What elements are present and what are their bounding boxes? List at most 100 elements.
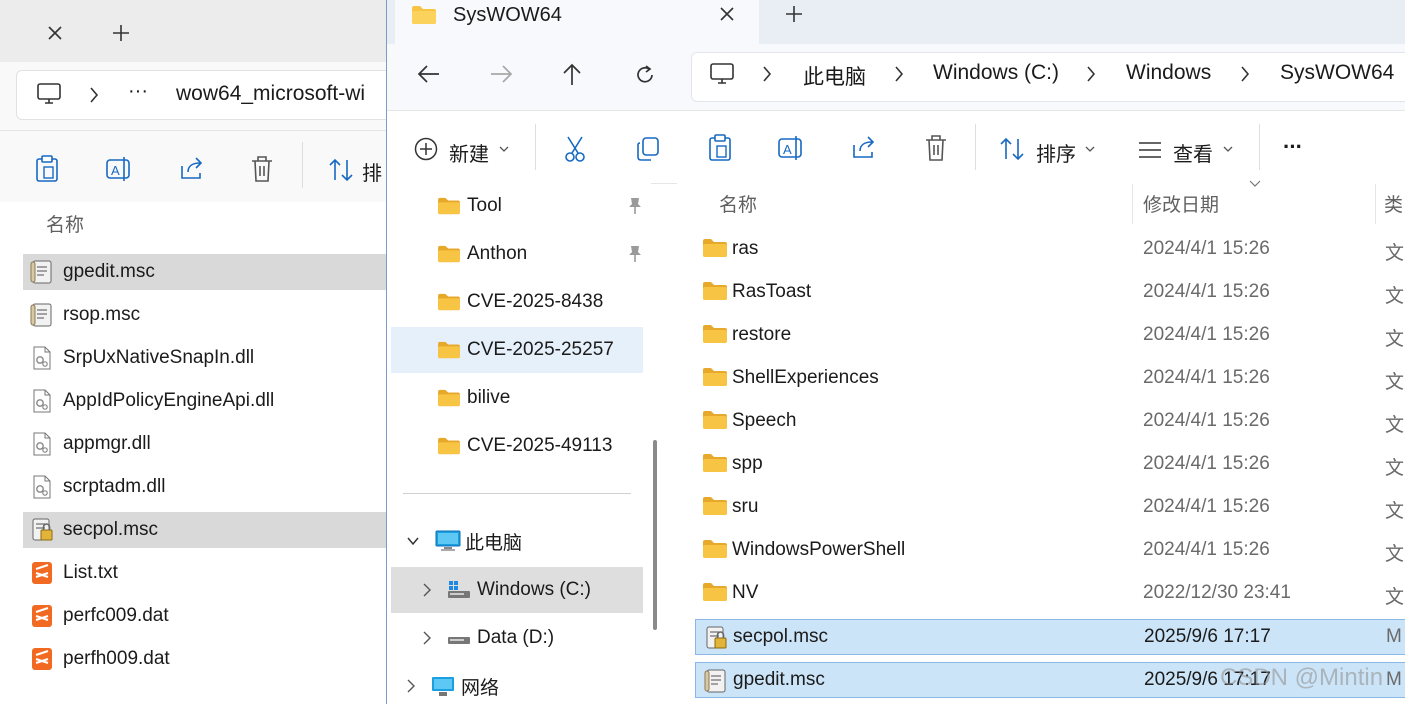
cmd-separator — [535, 124, 536, 170]
back-file-name: perfc009.dat — [63, 605, 169, 626]
back-sort-label[interactable]: 排 — [362, 157, 382, 186]
back-address-path[interactable]: wow64_microsoft-wi — [176, 82, 365, 106]
nav-quick-access-item[interactable]: bilive — [391, 375, 643, 421]
folder-icon — [702, 409, 728, 435]
file-row[interactable]: spp 2024/4/1 15:26 文 — [695, 447, 1405, 483]
new-tab-icon[interactable] — [785, 5, 803, 23]
back-sort-icon[interactable] — [328, 158, 354, 182]
nav-drive-c[interactable]: Windows (C:) — [391, 567, 643, 613]
computer-icon[interactable] — [709, 62, 735, 86]
sort-chevron-down-icon[interactable] — [1085, 145, 1095, 153]
nav-quick-access-item[interactable]: Tool — [391, 183, 643, 229]
more-options-button[interactable]: ··· — [1283, 134, 1303, 160]
breadcrumb-chevron-icon[interactable] — [1085, 62, 1101, 86]
breadcrumb-windows[interactable]: Windows — [1126, 61, 1211, 85]
file-row[interactable]: WindowsPowerShell 2024/4/1 15:26 文 — [695, 533, 1405, 569]
tab-syswow64[interactable] — [395, 0, 759, 44]
breadcrumb-drive-c[interactable]: Windows (C:) — [933, 61, 1059, 85]
file-row[interactable]: restore 2024/4/1 15:26 文 — [695, 318, 1405, 354]
back-file-row[interactable]: scrptadm.dll — [23, 469, 390, 505]
nav-drive-d[interactable]: Data (D:) — [391, 615, 643, 661]
back-file-row[interactable]: gpedit.msc — [23, 254, 390, 290]
column-header-modified[interactable]: 修改日期 — [1143, 190, 1219, 217]
column-header-type[interactable]: 类 — [1384, 190, 1403, 217]
file-name: ShellExperiences — [732, 367, 879, 388]
chevron-right-icon[interactable] — [421, 630, 433, 646]
tab-close-icon[interactable] — [719, 6, 735, 22]
back-file-row[interactable]: List.txt — [23, 555, 390, 591]
back-address-overflow[interactable]: ··· — [128, 80, 148, 103]
file-row[interactable]: RasToast 2024/4/1 15:26 文 — [695, 275, 1405, 311]
breadcrumb-chevron-icon[interactable] — [893, 62, 909, 86]
copy-icon[interactable] — [635, 136, 661, 162]
file-name: sru — [732, 496, 759, 517]
refresh-icon[interactable] — [634, 64, 656, 86]
back-share-icon[interactable] — [178, 156, 206, 182]
folder-icon — [702, 495, 728, 521]
back-chevron-right-icon — [88, 86, 100, 104]
chevron-down-icon[interactable] — [405, 533, 421, 549]
breadcrumb-chevron-icon[interactable] — [1239, 62, 1255, 86]
column-divider[interactable] — [1132, 184, 1133, 224]
back-file-row[interactable]: rsop.msc — [23, 297, 390, 333]
paste-icon[interactable] — [707, 134, 733, 162]
nav-this-pc[interactable]: 此电脑 — [391, 518, 643, 564]
column-divider[interactable] — [1375, 184, 1376, 224]
forward-arrow-icon[interactable] — [489, 64, 513, 84]
breadcrumb-syswow64[interactable]: SysWOW64 — [1280, 61, 1394, 85]
back-file-row[interactable]: AppIdPolicyEngineApi.dll — [23, 383, 390, 419]
back-file-row[interactable]: perfh009.dat — [23, 641, 390, 677]
back-paste-icon[interactable] — [34, 155, 60, 183]
pin-icon[interactable] — [627, 245, 643, 263]
nav-quick-access-item[interactable]: CVE-2025-8438 — [391, 279, 643, 325]
back-file-name: SrpUxNativeSnapIn.dll — [63, 347, 255, 368]
up-arrow-icon[interactable] — [562, 63, 582, 87]
back-file-name: AppIdPolicyEngineApi.dll — [63, 390, 275, 411]
new-plus-icon[interactable] — [414, 137, 438, 161]
delete-icon[interactable] — [924, 134, 948, 162]
back-column-name[interactable]: 名称 — [46, 210, 84, 237]
file-row[interactable]: Speech 2024/4/1 15:26 文 — [695, 404, 1405, 440]
column-header-name[interactable]: 名称 — [719, 190, 757, 217]
back-new-tab-icon[interactable] — [108, 20, 134, 46]
back-file-row[interactable]: perfc009.dat — [23, 598, 390, 634]
command-bar — [387, 110, 1405, 184]
nav-quick-access-item[interactable]: Anthon — [391, 231, 643, 277]
back-rename-icon[interactable]: A — [105, 155, 133, 183]
file-type: 文 — [1385, 329, 1405, 350]
nav-item-label: Tool — [467, 195, 502, 216]
back-file-name: rsop.msc — [63, 304, 141, 325]
chevron-right-icon[interactable] — [405, 678, 417, 694]
cut-icon[interactable] — [563, 135, 587, 163]
file-row[interactable]: sru 2024/4/1 15:26 文 — [695, 490, 1405, 526]
breadcrumb-this-pc[interactable]: 此电脑 — [803, 61, 866, 91]
view-chevron-down-icon[interactable] — [1223, 145, 1233, 153]
back-file-row[interactable]: SrpUxNativeSnapIn.dll — [23, 340, 390, 376]
chevron-right-icon[interactable] — [421, 582, 433, 598]
sort-icon[interactable] — [999, 137, 1025, 161]
back-arrow-icon[interactable] — [417, 64, 441, 84]
new-chevron-down-icon[interactable] — [499, 145, 509, 153]
back-file-row[interactable]: appmgr.dll — [23, 426, 390, 462]
pin-icon[interactable] — [627, 197, 643, 215]
back-delete-icon[interactable] — [250, 155, 274, 183]
new-button[interactable]: 新建 — [449, 138, 489, 167]
view-button[interactable]: 查看 — [1173, 138, 1213, 167]
rename-icon[interactable]: A — [777, 134, 805, 162]
sort-button[interactable]: 排序 — [1036, 138, 1076, 167]
file-row[interactable]: ras 2024/4/1 15:26 文 — [695, 232, 1405, 268]
tab-title[interactable]: SysWOW64 — [453, 4, 562, 27]
share-icon[interactable] — [850, 135, 878, 161]
nav-scrollbar[interactable] — [653, 440, 657, 630]
nav-quick-access-item[interactable]: CVE-2025-49113 — [391, 423, 643, 469]
back-tab-close-icon[interactable] — [42, 20, 68, 46]
file-row[interactable]: ShellExperiences 2024/4/1 15:26 文 — [695, 361, 1405, 397]
nav-network[interactable]: 网络 — [391, 663, 643, 709]
view-icon[interactable] — [1137, 140, 1163, 160]
back-computer-icon[interactable] — [36, 82, 62, 106]
file-row[interactable]: NV 2022/12/30 23:41 文 — [695, 576, 1405, 612]
breadcrumb-chevron-icon[interactable] — [761, 62, 777, 86]
nav-quick-access-item[interactable]: CVE-2025-25257 — [391, 327, 643, 373]
file-row[interactable]: secpol.msc 2025/9/6 17:17 M — [695, 619, 1405, 655]
back-file-row[interactable]: secpol.msc — [23, 512, 390, 548]
